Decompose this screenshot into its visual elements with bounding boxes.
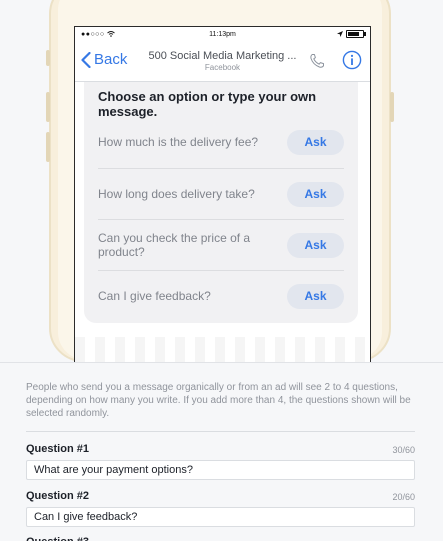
question-text: Can you check the price of a product?	[98, 231, 251, 259]
chat-area: Choose an option or type your own messag…	[75, 82, 370, 362]
question-text: How long does delivery take?	[98, 187, 255, 201]
power-button	[390, 92, 394, 122]
question-1-char-count: 30/60	[392, 445, 415, 455]
question-option[interactable]: How much is the delivery fee? Ask	[98, 117, 344, 167]
question-option[interactable]: Can you check the price of a product? As…	[98, 219, 344, 270]
help-text: People who send you a message organicall…	[26, 382, 411, 419]
question-1-input[interactable]	[26, 460, 415, 480]
question-text: How much is the delivery fee?	[98, 135, 259, 149]
question-3-label: Question #3	[26, 536, 89, 541]
page-subtitle: Facebook	[204, 63, 241, 72]
question-1-label: Question #1	[26, 443, 89, 455]
ask-button[interactable]: Ask	[287, 232, 344, 258]
divider	[26, 431, 415, 432]
chevron-left-icon	[81, 51, 91, 68]
frequently-asked-questions-card: Choose an option or type your own messag…	[84, 82, 358, 323]
volume-down-button	[46, 132, 50, 162]
messenger-preview: ●●○○○ 11:13pm Back 500 Social Media Mark…	[0, 0, 443, 362]
page-title: 500 Social Media Marketing ...	[148, 50, 297, 62]
info-icon[interactable]	[342, 50, 362, 70]
card-heading: Choose an option or type your own messag…	[98, 89, 317, 119]
question-2-label: Question #2	[26, 490, 89, 502]
location-icon	[337, 31, 343, 37]
question-2-char-count: 20/60	[392, 492, 415, 502]
volume-up-button	[46, 92, 50, 122]
questions-form: People who send you a message organicall…	[0, 362, 443, 541]
ask-button[interactable]: Ask	[287, 129, 344, 155]
status-bar: ●●○○○ 11:13pm	[75, 27, 370, 43]
back-label: Back	[94, 51, 128, 68]
phone-screen: ●●○○○ 11:13pm Back 500 Social Media Mark…	[74, 26, 371, 362]
question-text: Can I give feedback?	[98, 289, 211, 303]
status-time: 11:13pm	[209, 31, 236, 38]
back-button[interactable]: Back	[81, 51, 127, 68]
question-option[interactable]: Can I give feedback? Ask	[98, 270, 344, 321]
conversation-header: Back 500 Social Media Marketing ... Face…	[75, 43, 370, 82]
ask-button[interactable]: Ask	[287, 181, 344, 207]
mute-switch	[46, 50, 50, 66]
screen-reflection	[75, 337, 370, 362]
ask-button[interactable]: Ask	[287, 283, 344, 309]
question-option[interactable]: How long does delivery take? Ask	[98, 168, 344, 219]
battery-icon	[346, 30, 366, 38]
question-2-input[interactable]	[26, 507, 415, 527]
phone-call-icon[interactable]	[309, 53, 325, 69]
